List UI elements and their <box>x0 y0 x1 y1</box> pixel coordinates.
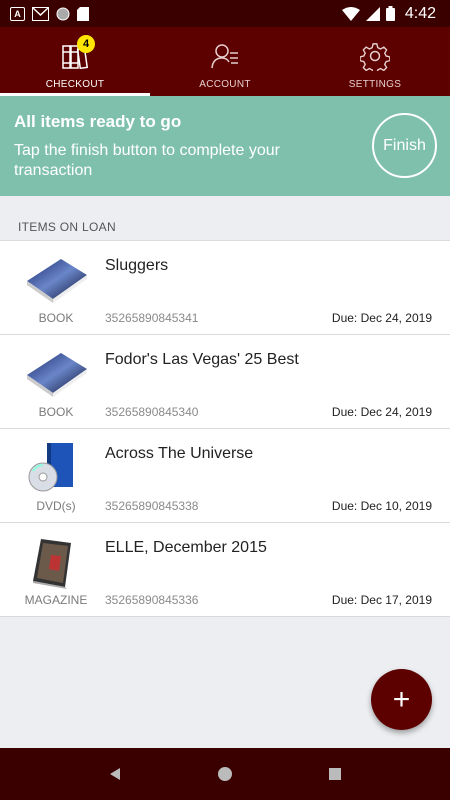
circle-icon <box>56 7 70 20</box>
list-item[interactable]: MAGAZINE ELLE, December 2015 35265890845… <box>0 523 450 617</box>
item-barcode: 35265890845338 <box>105 499 199 513</box>
signal-icon <box>365 6 380 21</box>
battery-icon <box>385 6 395 21</box>
dvd-icon <box>20 441 92 495</box>
item-barcode: 35265890845341 <box>105 311 199 325</box>
gear-icon <box>360 43 390 71</box>
a-icon: A <box>10 6 25 21</box>
item-type: DVD(s) <box>36 499 76 513</box>
system-nav-bar <box>0 748 450 800</box>
items-list: BOOK Sluggers 35265890845341 Due: Dec 24… <box>0 240 450 617</box>
tab-checkout[interactable]: 4 CHECKOUT <box>0 27 150 96</box>
item-barcode: 35265890845340 <box>105 405 199 419</box>
sd-card-icon <box>77 6 89 21</box>
book-icon <box>20 347 92 401</box>
tab-label: SETTINGS <box>348 79 402 90</box>
list-item[interactable]: BOOK Sluggers 35265890845341 Due: Dec 24… <box>0 241 450 335</box>
checkout-count-badge: 4 <box>77 35 95 53</box>
wifi-icon <box>341 6 360 21</box>
item-title: Across The Universe <box>105 445 254 462</box>
item-title: ELLE, December 2015 <box>105 539 267 556</box>
magazine-icon <box>20 535 92 589</box>
tab-settings[interactable]: SETTINGS <box>300 27 450 96</box>
recents-icon[interactable] <box>321 760 349 788</box>
status-bar: A 4:42 <box>0 0 450 27</box>
tab-label: ACCOUNT <box>199 79 251 90</box>
list-item[interactable]: DVD(s) Across The Universe 3526589084533… <box>0 429 450 523</box>
home-icon[interactable] <box>211 760 239 788</box>
item-due-date: Due: Dec 17, 2019 <box>331 593 432 607</box>
clock: 4:42 <box>404 4 436 22</box>
tab-label: CHECKOUT <box>45 79 105 90</box>
account-icon <box>211 44 238 69</box>
item-due-date: Due: Dec 24, 2019 <box>331 311 432 325</box>
list-item[interactable]: BOOK Fodor's Las Vegas' 25 Best 35265890… <box>0 335 450 429</box>
item-type: MAGAZINE <box>24 593 88 607</box>
item-barcode: 35265890845336 <box>105 593 199 607</box>
item-title: Sluggers <box>105 257 169 274</box>
item-type: BOOK <box>38 405 74 419</box>
gmail-icon <box>32 6 49 21</box>
item-title: Fodor's Las Vegas' 25 Best <box>105 351 299 368</box>
item-due-date: Due: Dec 24, 2019 <box>331 405 432 419</box>
tab-account[interactable]: ACCOUNT <box>150 27 300 96</box>
ready-banner: All items ready to go Tap the finish but… <box>0 96 450 196</box>
finish-button[interactable]: Finish <box>372 113 437 178</box>
banner-message: Tap the finish button to complete your t… <box>14 142 280 179</box>
section-header: ITEMS ON LOAN <box>18 220 116 234</box>
back-icon[interactable] <box>101 760 129 788</box>
item-type: BOOK <box>38 311 74 325</box>
book-icon <box>20 253 92 307</box>
add-item-button[interactable]: + <box>371 669 432 730</box>
top-tab-bar: 4 CHECKOUT ACCOUNT SETTINGS <box>0 27 450 96</box>
item-due-date: Due: Dec 10, 2019 <box>331 499 432 513</box>
